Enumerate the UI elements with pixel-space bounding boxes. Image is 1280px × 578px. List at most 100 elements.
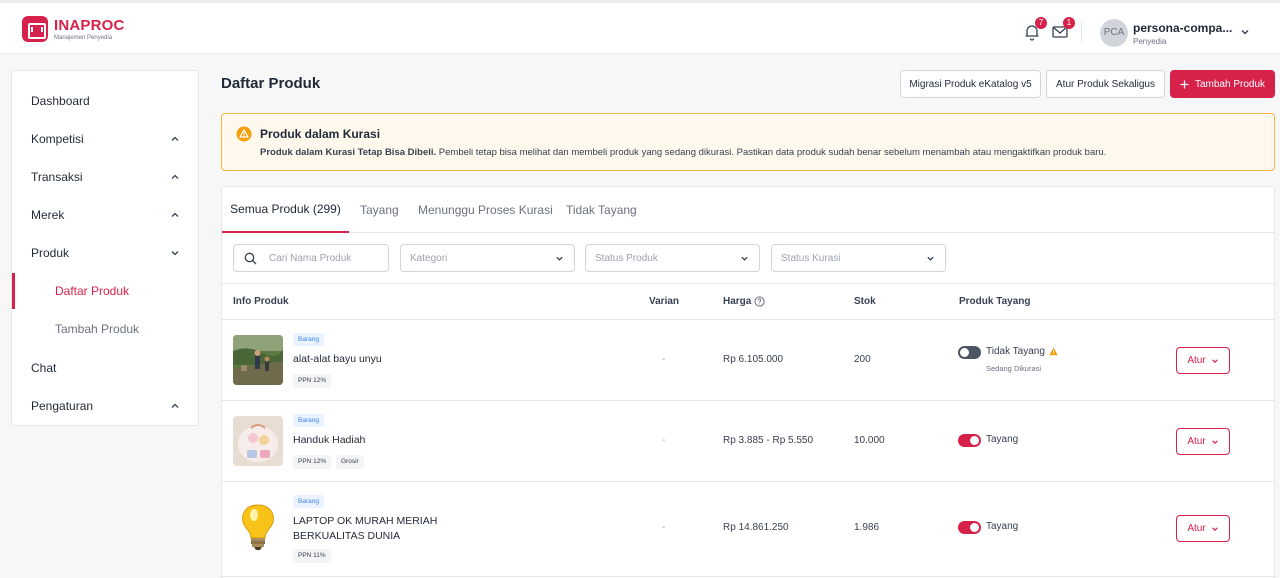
table-row: Barang LAPTOP OK MURAH MERIAH BERKUALITA…: [222, 482, 1274, 577]
status-kurasi-select[interactable]: Status Kurasi: [771, 244, 946, 272]
chevron-down-icon: [1211, 358, 1218, 363]
status-label: Tayang: [986, 521, 1019, 532]
alert-body-text: Pembeli tetap bisa melihat dan membeli p…: [436, 147, 1107, 158]
notification-button[interactable]: 7: [1023, 17, 1047, 41]
varian-value: -: [662, 354, 666, 365]
brand-logo[interactable]: INAPROC Manajemen Penyedia: [22, 16, 125, 42]
tambah-produk-label: Tambah Produk: [1194, 78, 1266, 90]
table-row: Barang alat-alat bayu unyu PPN 12% - Rp …: [222, 320, 1274, 401]
tab-tidak-tayang[interactable]: Tidak Tayang: [566, 187, 637, 233]
sidebar-item-transaksi[interactable]: Transaksi: [12, 162, 198, 192]
warning-icon: [236, 126, 252, 142]
product-thumbnail[interactable]: [233, 335, 283, 385]
product-name[interactable]: Handuk Hadiah: [293, 433, 365, 448]
atur-button[interactable]: Atur: [1176, 428, 1230, 455]
sidebar-item-label: Chat: [31, 361, 57, 375]
column-varian: Varian: [649, 296, 680, 307]
alert-body: Produk dalam Kurasi Tetap Bisa Dibeli. P…: [260, 147, 1106, 158]
product-thumbnail[interactable]: [233, 416, 283, 466]
messages-badge: 1: [1063, 17, 1075, 29]
tab-semua-produk[interactable]: Semua Produk (299): [222, 187, 349, 233]
column-harga: Harga: [723, 296, 765, 307]
chevron-up-icon: [171, 174, 179, 179]
chevron-down-icon: [741, 256, 748, 261]
atur-button[interactable]: Atur: [1176, 347, 1230, 374]
search-placeholder: Cari Nama Produk: [269, 252, 352, 264]
page-title: Daftar Produk: [221, 75, 321, 92]
sidebar-item-merek[interactable]: Merek: [12, 200, 198, 230]
product-type-tag: Barang: [293, 414, 324, 427]
sidebar-item-label: Daftar Produk: [55, 284, 130, 298]
brand-title: INAPROC: [54, 16, 125, 34]
chevron-up-icon: [171, 403, 179, 408]
warning-icon: [1049, 347, 1058, 356]
alert-title: Produk dalam Kurasi: [260, 127, 381, 141]
messages-button[interactable]: 1: [1051, 17, 1075, 41]
store-icon: [22, 16, 48, 42]
sidebar-item-kompetisi[interactable]: Kompetisi: [12, 124, 198, 154]
tab-menunggu-proses-kurasi[interactable]: Menunggu Proses Kurasi: [418, 187, 553, 233]
product-name-line1[interactable]: LAPTOP OK MURAH MERIAH: [293, 514, 437, 529]
search-icon: [244, 252, 257, 265]
atur-produk-sekaligus-button[interactable]: Atur Produk Sekaligus: [1046, 70, 1165, 98]
status-produk-select[interactable]: Status Produk: [585, 244, 760, 272]
plus-icon: [1180, 80, 1189, 88]
product-type-tag: Barang: [293, 495, 324, 508]
chevron-up-icon: [171, 136, 179, 141]
chevron-down-icon[interactable]: [1240, 27, 1250, 37]
sidebar-item-tambah-produk[interactable]: Tambah Produk: [12, 311, 198, 347]
sidebar-item-dashboard[interactable]: Dashboard: [12, 86, 198, 116]
tambah-produk-button[interactable]: Tambah Produk: [1170, 70, 1275, 98]
migrasi-produk-button[interactable]: Migrasi Produk eKatalog v5: [900, 70, 1041, 98]
tayang-toggle[interactable]: [958, 434, 981, 447]
header-divider: [1081, 20, 1082, 42]
sidebar-item-chat[interactable]: Chat: [12, 353, 198, 383]
avatar[interactable]: PCA: [1100, 19, 1128, 47]
product-photo-towel: [233, 416, 283, 466]
notification-badge: 7: [1035, 17, 1047, 29]
stock-value: 1.986: [854, 522, 880, 533]
grosir-tag: Grosir: [336, 455, 364, 469]
varian-value: -: [662, 435, 666, 446]
price-value: Rp 3.885 - Rp 5.550: [723, 435, 814, 446]
tayang-toggle[interactable]: [958, 346, 981, 359]
product-name[interactable]: alat-alat bayu unyu: [293, 352, 382, 367]
light-bulb-icon: [233, 502, 283, 552]
status-label: Tayang: [986, 434, 1019, 445]
user-name[interactable]: persona-compa...: [1133, 21, 1232, 35]
column-harga-label: Harga: [723, 296, 752, 307]
chevron-up-icon: [171, 212, 179, 217]
tab-tayang[interactable]: Tayang: [360, 187, 399, 233]
product-name-line2[interactable]: BERKUALITAS DUNIA: [293, 529, 400, 544]
price-value: Rp 14.861.250: [723, 522, 789, 533]
tayang-toggle[interactable]: [958, 521, 981, 534]
brand-subtitle: Manajemen Penyedia: [54, 34, 113, 41]
stock-value: 10.000: [854, 435, 885, 446]
product-tabs: Semua Produk (299) Tayang Menunggu Prose…: [222, 187, 1274, 233]
search-input[interactable]: Cari Nama Produk: [233, 244, 389, 272]
atur-label: Atur: [1187, 523, 1206, 534]
atur-label: Atur: [1187, 436, 1206, 447]
status-label-text: Tidak Tayang: [986, 346, 1045, 357]
chevron-down-icon: [1211, 526, 1218, 531]
table-row: Barang Handuk Hadiah PPN 12% Grosir - Rp…: [222, 401, 1274, 482]
product-thumbnail[interactable]: [233, 502, 283, 552]
help-circle-icon[interactable]: [754, 296, 765, 307]
product-table-card: Semua Produk (299) Tayang Menunggu Prose…: [221, 186, 1275, 578]
sidebar-item-pengaturan[interactable]: Pengaturan: [12, 391, 198, 421]
sidebar-item-label: Pengaturan: [31, 399, 94, 413]
sidebar-item-daftar-produk[interactable]: Daftar Produk: [12, 273, 198, 309]
sidebar-item-label: Produk: [31, 246, 70, 260]
kategori-placeholder: Kategori: [410, 252, 448, 264]
product-type-tag: Barang: [293, 333, 324, 346]
kategori-select[interactable]: Kategori: [400, 244, 575, 272]
atur-button[interactable]: Atur: [1176, 515, 1230, 542]
sidebar: Dashboard Kompetisi Transaksi Merek Prod…: [11, 70, 199, 426]
chevron-down-icon: [171, 251, 179, 256]
sidebar-item-produk[interactable]: Produk: [12, 238, 198, 268]
top-bar: INAPROC Manajemen Penyedia 7 1 PCA perso…: [0, 0, 1280, 54]
table-header: Info Produk Varian Harga Stok Produk Tay…: [222, 283, 1274, 320]
user-role: Penyedia: [1133, 37, 1167, 46]
sidebar-item-label: Merek: [31, 208, 65, 222]
ppn-tag: PPN 11%: [293, 549, 331, 563]
